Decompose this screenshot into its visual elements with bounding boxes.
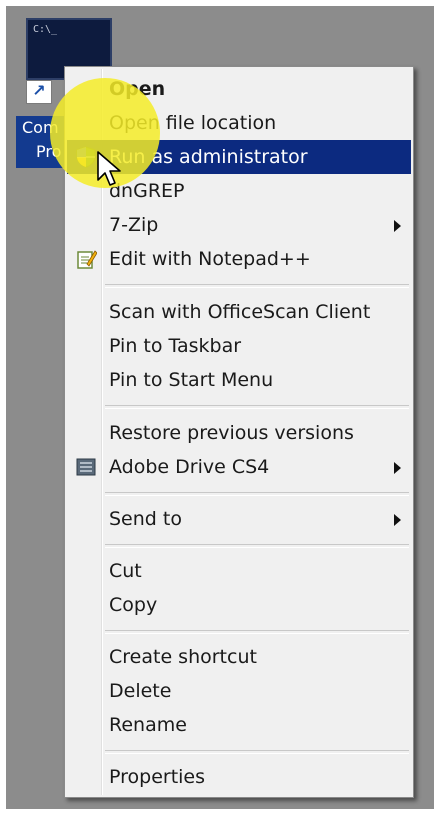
submenu-arrow-icon: [394, 220, 401, 232]
menu-item-label: 7-Zip: [109, 214, 159, 236]
prompt-text: C:\_: [33, 24, 58, 35]
menu-separator: [105, 492, 409, 496]
menu-separator: [105, 630, 409, 634]
menu-item-delete[interactable]: Delete: [67, 674, 411, 708]
mouse-pointer-icon: [96, 150, 124, 190]
menu-item-label: Pin to Taskbar: [109, 335, 242, 357]
menu-item-label: Rename: [109, 714, 187, 736]
menu-item-label: Edit with Notepad++: [109, 248, 311, 270]
menu-item-edit-with-notepad-plus-plus[interactable]: Edit with Notepad++: [67, 242, 411, 276]
menu-separator: [105, 544, 409, 548]
adobe-drive-icon: [75, 456, 97, 478]
menu-item-adobe-drive-cs4[interactable]: Adobe Drive CS4: [67, 450, 411, 484]
menu-item-pin-to-start-menu[interactable]: Pin to Start Menu: [67, 363, 411, 397]
menu-item-label: Send to: [109, 508, 182, 530]
menu-item-send-to[interactable]: Send to: [67, 502, 411, 536]
menu-item-label: Restore previous versions: [109, 422, 354, 444]
menu-item-label: Create shortcut: [109, 646, 257, 668]
submenu-arrow-icon: [394, 462, 401, 474]
menu-item-create-shortcut[interactable]: Create shortcut: [67, 640, 411, 674]
menu-item-label: Pin to Start Menu: [109, 369, 274, 391]
menu-separator: [105, 750, 409, 754]
menu-item-scan-with-officescan[interactable]: Scan with OfficeScan Client: [67, 295, 411, 329]
menu-item-restore-previous-versions[interactable]: Restore previous versions: [67, 416, 411, 450]
menu-item-cut[interactable]: Cut: [67, 554, 411, 588]
menu-item-label: Copy: [109, 594, 158, 616]
menu-separator: [105, 284, 409, 288]
menu-item-label: Delete: [109, 680, 172, 702]
menu-item-copy[interactable]: Copy: [67, 588, 411, 622]
menu-item-label: Scan with OfficeScan Client: [109, 301, 371, 323]
menu-item-pin-to-taskbar[interactable]: Pin to Taskbar: [67, 329, 411, 363]
shortcut-arrow-icon: ↗: [26, 80, 52, 104]
menu-separator: [105, 405, 409, 409]
submenu-arrow-icon: [394, 514, 401, 526]
notepad-plus-plus-icon: [75, 248, 98, 270]
menu-item-label: Cut: [109, 560, 142, 582]
menu-item-properties[interactable]: Properties: [67, 760, 411, 794]
menu-item-7-zip[interactable]: 7-Zip: [67, 208, 411, 242]
menu-item-label: Adobe Drive CS4: [109, 456, 270, 478]
menu-item-rename[interactable]: Rename: [67, 708, 411, 742]
menu-item-label: Properties: [109, 766, 206, 788]
